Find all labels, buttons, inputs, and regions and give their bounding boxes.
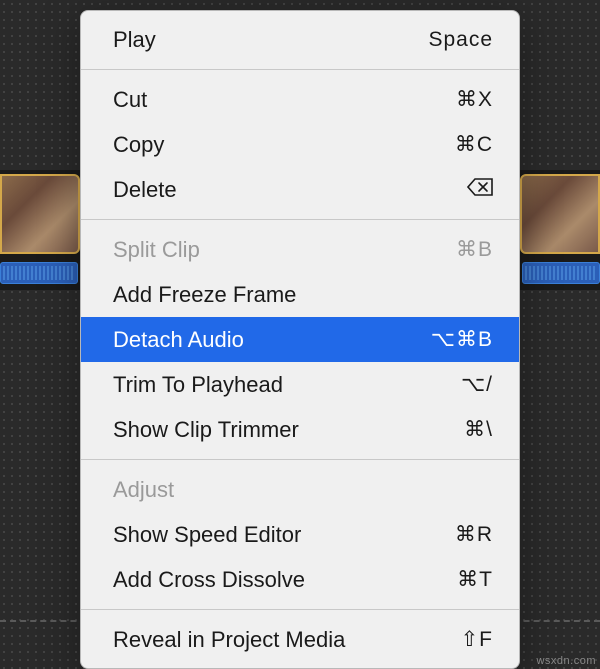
menu-label: Cut [113,83,147,116]
context-menu: Play Space Cut ⌘X Copy ⌘C Delete Split C… [80,10,520,669]
menu-separator [81,69,519,70]
menu-shortcut: ⌘X [403,84,493,116]
menu-shortcut: ⌘\ [403,414,493,446]
menu-label: Copy [113,128,164,161]
watermark: wsxdn.com [536,655,596,667]
menu-label: Reveal in Project Media [113,623,345,656]
menu-item-show-speed-editor[interactable]: Show Speed Editor ⌘R [81,512,519,557]
menu-separator [81,609,519,610]
menu-item-reveal-in-project-media[interactable]: Reveal in Project Media ⇧F [81,617,519,662]
menu-item-show-clip-trimmer[interactable]: Show Clip Trimmer ⌘\ [81,407,519,452]
menu-label: Trim To Playhead [113,368,283,401]
menu-shortcut: ⌥/ [403,369,493,401]
menu-shortcut: ⌘C [403,129,493,161]
menu-label: Split Clip [113,233,200,266]
menu-shortcut: ⌘B [403,234,493,266]
menu-label: Play [113,23,156,56]
backspace-icon [403,174,493,206]
menu-item-add-cross-dissolve[interactable]: Add Cross Dissolve ⌘T [81,557,519,602]
menu-item-trim-to-playhead[interactable]: Trim To Playhead ⌥/ [81,362,519,407]
menu-label: Adjust [113,473,174,506]
menu-separator [81,219,519,220]
menu-label: Show Clip Trimmer [113,413,299,446]
menu-item-split-clip: Split Clip ⌘B [81,227,519,272]
menu-item-add-freeze-frame[interactable]: Add Freeze Frame [81,272,519,317]
menu-item-detach-audio[interactable]: Detach Audio ⌥⌘B [81,317,519,362]
menu-label: Delete [113,173,177,206]
menu-separator [81,459,519,460]
menu-label: Add Cross Dissolve [113,563,305,596]
video-clip-thumbnail[interactable] [520,174,600,254]
menu-label: Show Speed Editor [113,518,301,551]
menu-shortcut: ⇧F [403,624,493,656]
menu-item-cut[interactable]: Cut ⌘X [81,77,519,122]
audio-waveform[interactable] [0,262,78,284]
menu-item-adjust: Adjust [81,467,519,512]
video-clip-thumbnail[interactable] [0,174,80,254]
menu-label: Detach Audio [113,323,244,356]
menu-label: Add Freeze Frame [113,278,296,311]
audio-waveform[interactable] [522,262,600,284]
menu-shortcut: ⌘T [403,564,493,596]
menu-item-copy[interactable]: Copy ⌘C [81,122,519,167]
menu-item-play[interactable]: Play Space [81,17,519,62]
menu-shortcut: Space [403,24,493,56]
menu-shortcut: ⌥⌘B [403,324,493,356]
menu-item-delete[interactable]: Delete [81,167,519,212]
menu-shortcut: ⌘R [403,519,493,551]
